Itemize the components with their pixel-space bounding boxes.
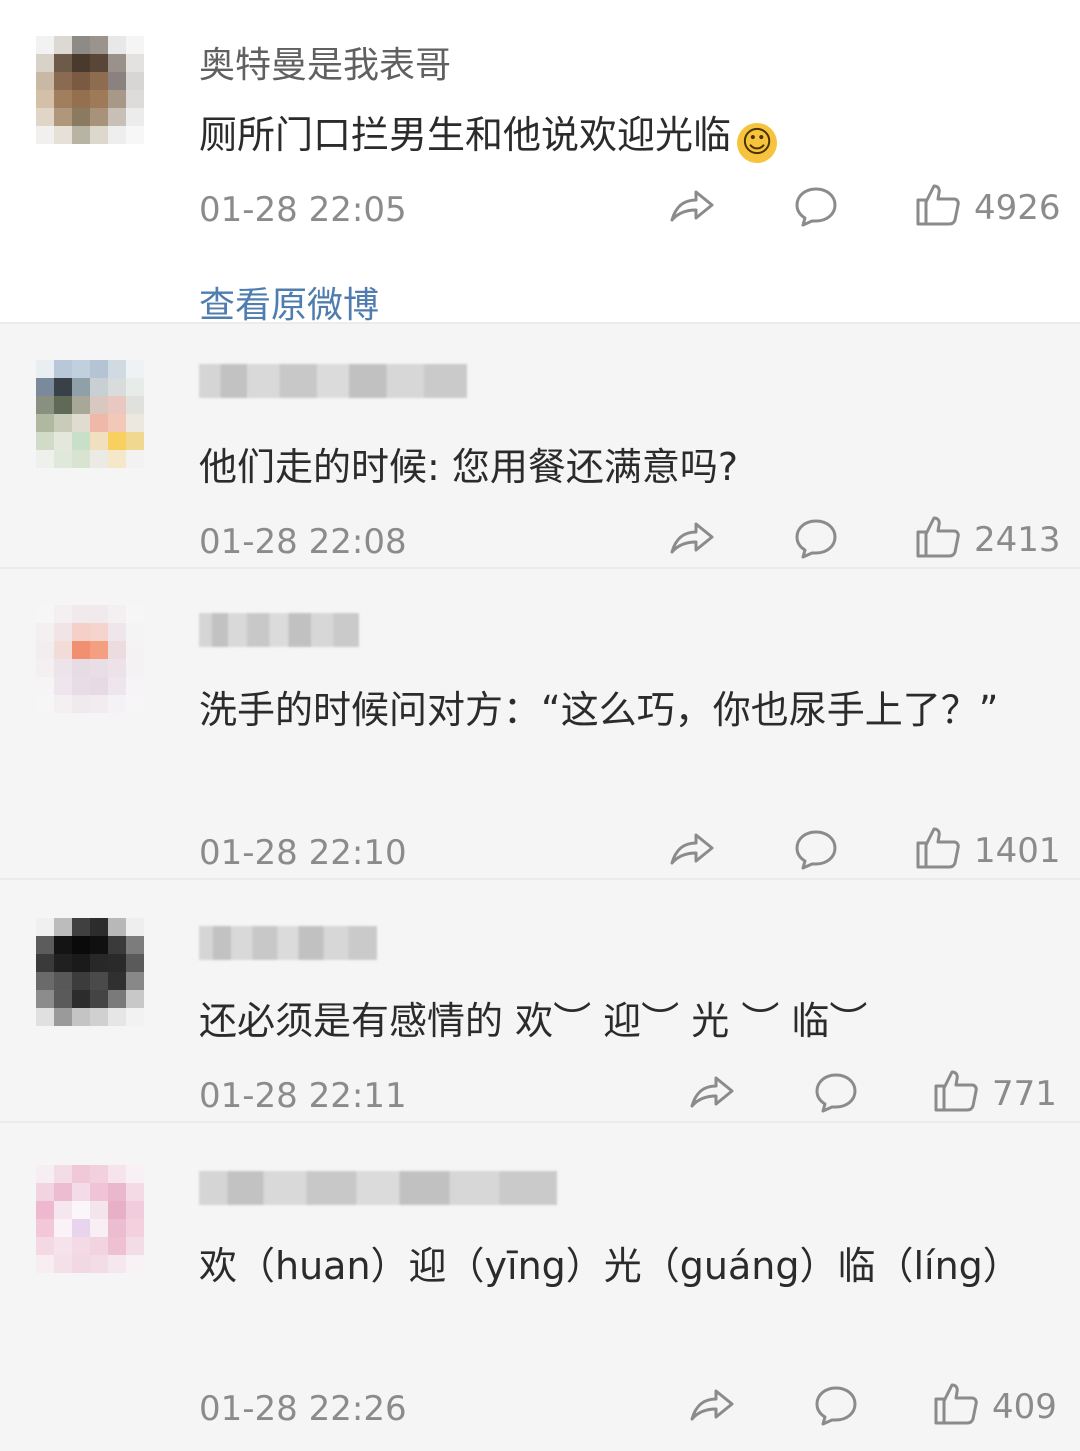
username-blurred[interactable] [199, 926, 377, 960]
avatar[interactable] [36, 360, 144, 468]
share-arrow-icon[interactable] [668, 514, 716, 562]
username-blurred[interactable] [199, 613, 359, 647]
share-arrow-icon[interactable] [688, 1381, 736, 1429]
share-arrow-icon[interactable] [668, 825, 716, 873]
comment-text: 洗手的时候问对方：“这么巧，你也尿手上了？” [199, 688, 999, 732]
comment-text: 他们走的时候: 您用餐还满意吗? [199, 445, 739, 489]
comment-text: 欢（huan）迎（yīng）光（guáng）临（líng） [199, 1244, 1021, 1288]
thumbs-up-icon[interactable] [932, 1066, 980, 1114]
timestamp: 01-28 22:08 [199, 522, 407, 562]
view-original-link[interactable]: 查看原微博 [199, 276, 379, 328]
like-count: 409 [992, 1387, 1057, 1427]
username[interactable]: 奥特曼是我表哥 [199, 36, 451, 88]
comment-item: 洗手的时候问对方：“这么巧，你也尿手上了？” 01-28 22:10 1401 [0, 569, 1080, 880]
comment-bubble-icon[interactable] [792, 514, 840, 562]
avatar[interactable] [36, 36, 144, 144]
avatar[interactable] [36, 918, 144, 1026]
comment-item: 奥特曼是我表哥 厕所门口拦男生和他说欢迎光临 ☺ 01-28 22:05 4926… [0, 0, 1080, 326]
comment-bubble-icon[interactable] [812, 1381, 860, 1429]
username-blurred[interactable] [199, 364, 467, 398]
like-count: 771 [992, 1074, 1057, 1114]
comment-bubble-icon[interactable] [792, 825, 840, 873]
thumbs-up-icon[interactable] [914, 823, 962, 871]
share-arrow-icon[interactable] [668, 182, 716, 230]
comment-bubble-icon[interactable] [812, 1068, 860, 1116]
thumbs-up-icon[interactable] [914, 180, 962, 228]
timestamp: 01-28 22:05 [199, 190, 407, 230]
thumbs-up-icon[interactable] [932, 1379, 980, 1427]
comment-text: 厕所门口拦男生和他说欢迎光临 ☺ [199, 104, 1010, 166]
comment-item: 还必须是有感情的 欢︶ 迎︶ 光 ︶ 临︶ 01-28 22:11 771 [0, 880, 1080, 1123]
comment-list: 奥特曼是我表哥 厕所门口拦男生和他说欢迎光临 ☺ 01-28 22:05 4926… [0, 0, 1080, 1451]
grinning-face-icon: ☺ [737, 123, 778, 163]
avatar[interactable] [36, 605, 144, 713]
comment-text: 还必须是有感情的 欢︶ 迎︶ 光 ︶ 临︶ [199, 999, 868, 1043]
comment-item: 他们走的时候: 您用餐还满意吗? 01-28 22:08 2413 [0, 324, 1080, 569]
like-count: 1401 [974, 831, 1061, 871]
thumbs-up-icon[interactable] [914, 512, 962, 560]
like-count: 4926 [974, 188, 1061, 228]
avatar[interactable] [36, 1165, 144, 1273]
like-count: 2413 [974, 520, 1061, 560]
share-arrow-icon[interactable] [688, 1068, 736, 1116]
comment-item: 欢（huan）迎（yīng）光（guáng）临（líng） 01-28 22:2… [0, 1123, 1080, 1451]
timestamp: 01-28 22:11 [199, 1076, 407, 1116]
timestamp: 01-28 22:26 [199, 1389, 407, 1429]
username-blurred[interactable] [199, 1171, 557, 1205]
timestamp: 01-28 22:10 [199, 833, 407, 873]
comment-text-content: 厕所门口拦男生和他说欢迎光临 [199, 113, 732, 157]
comment-bubble-icon[interactable] [792, 182, 840, 230]
